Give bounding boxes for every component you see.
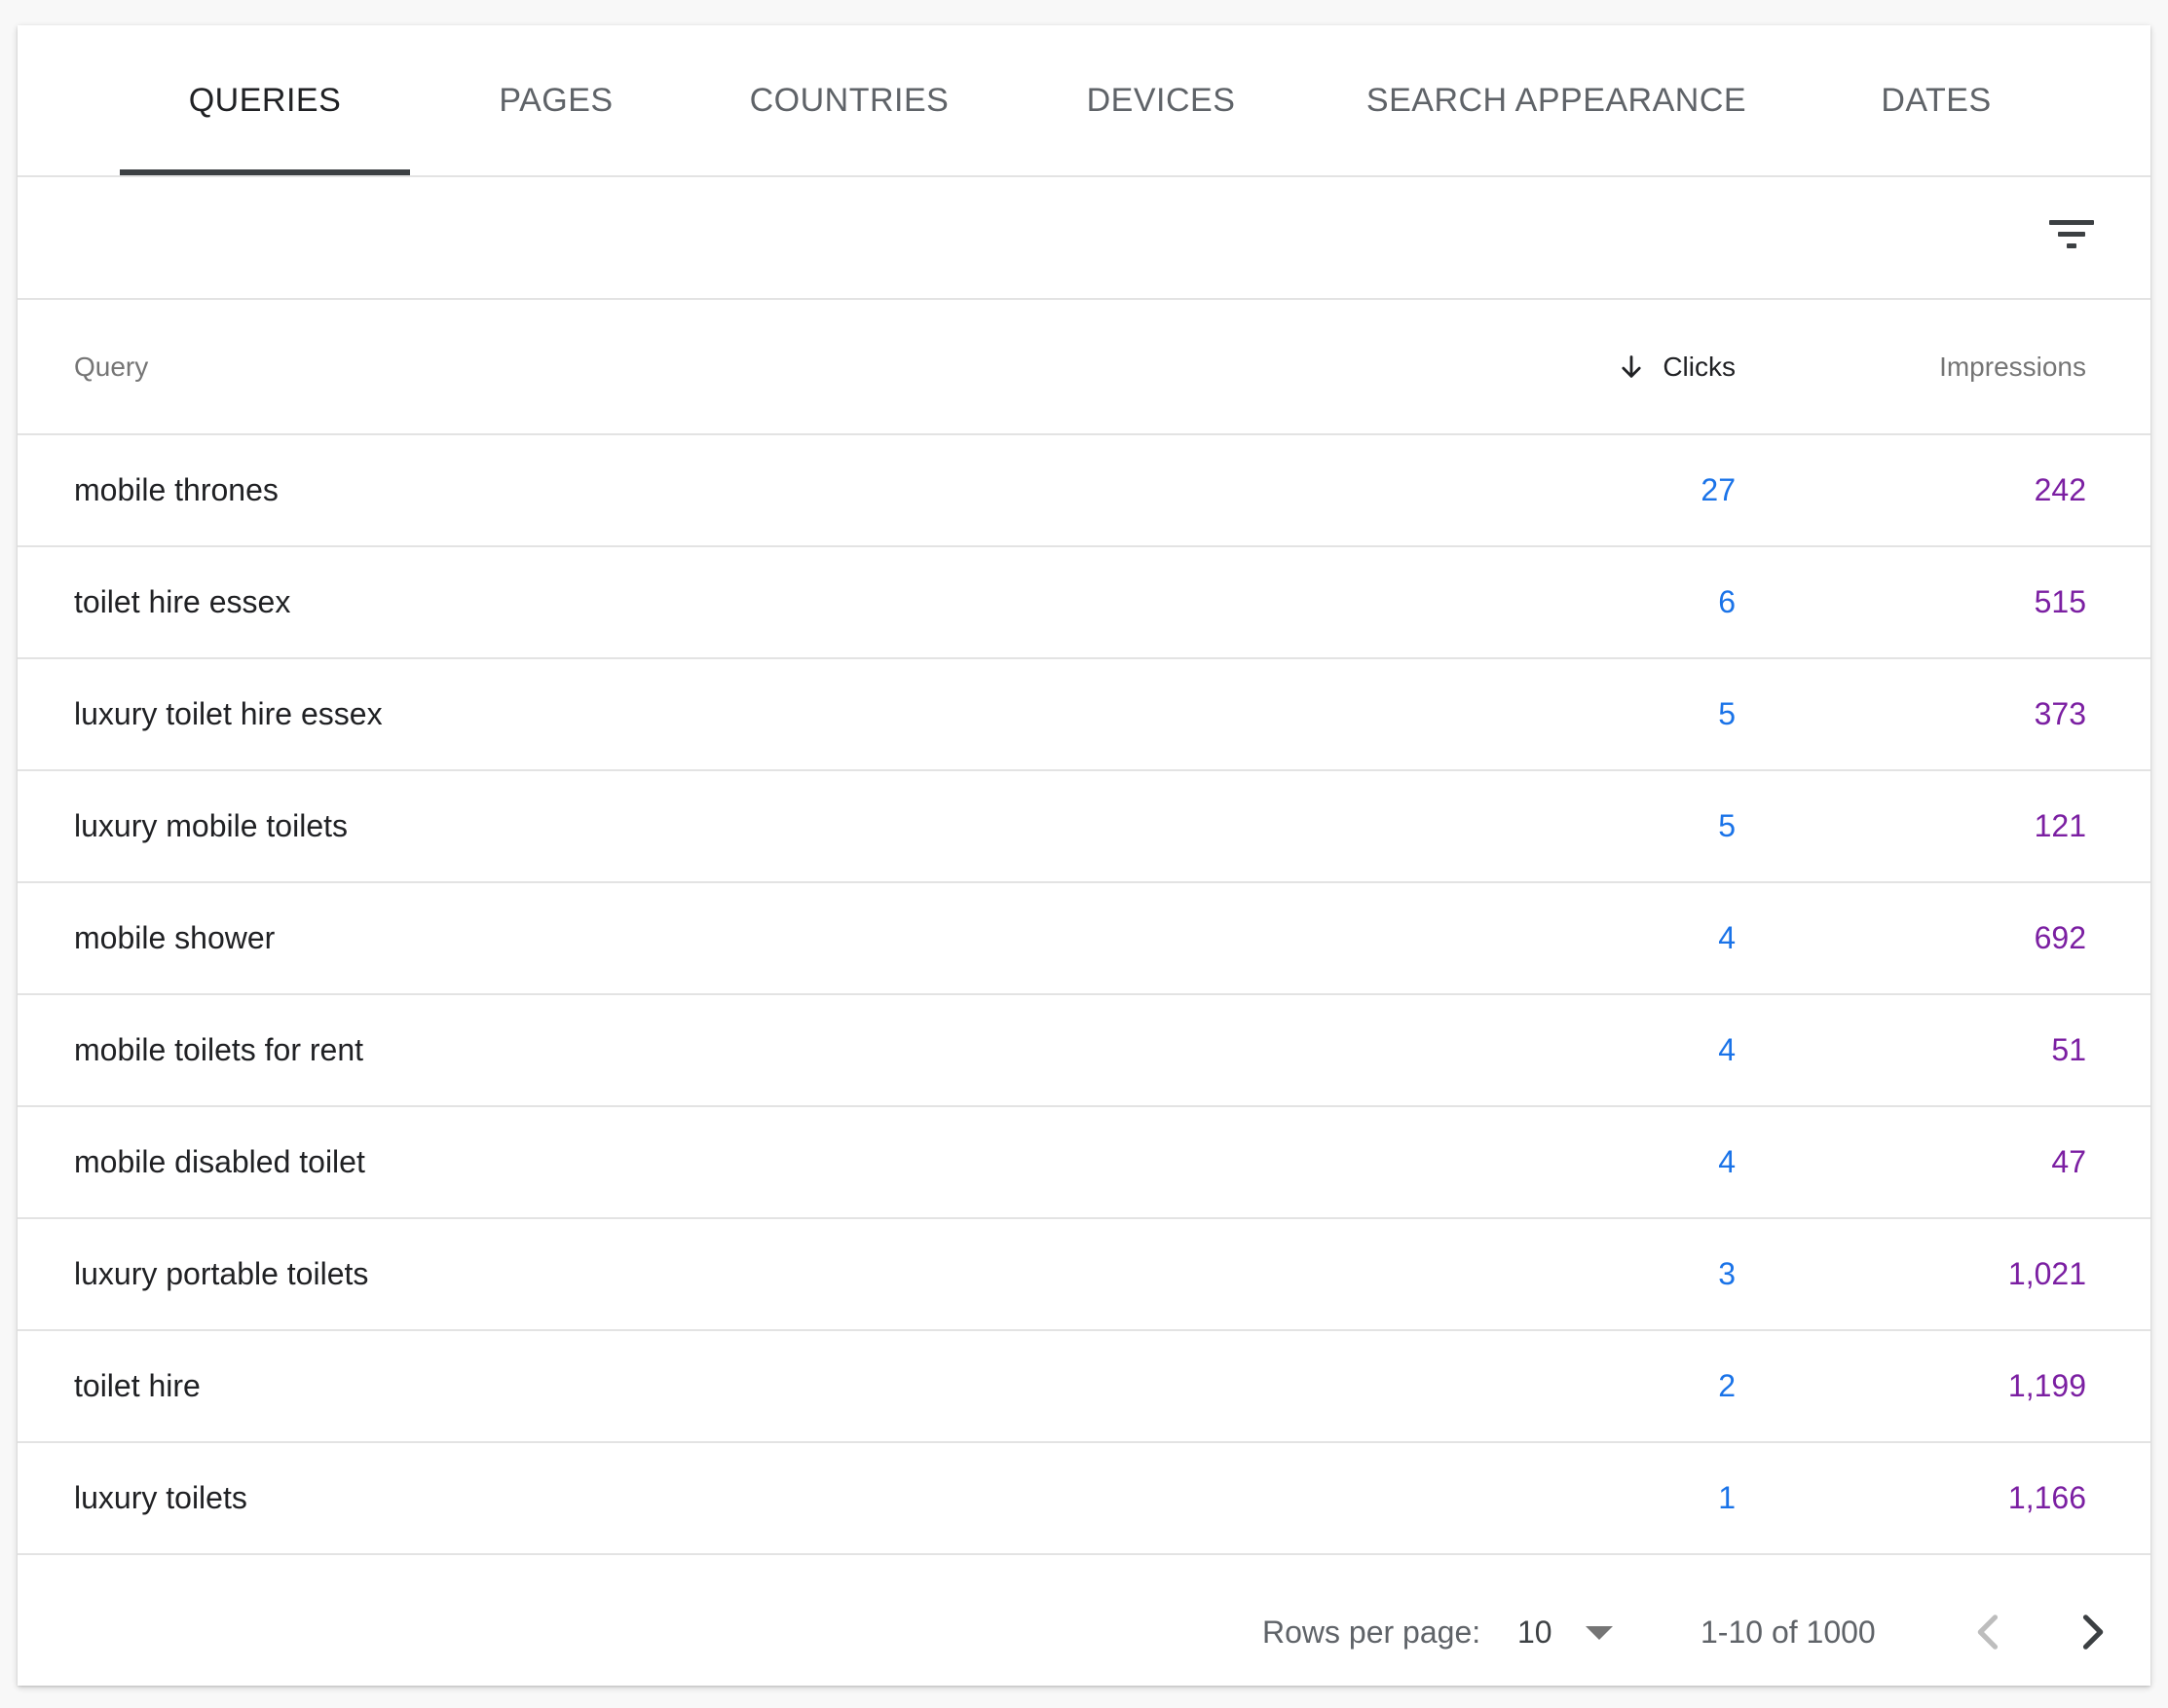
table-row[interactable]: luxury toilets 1 1,166 — [18, 1443, 2150, 1555]
query-cell: luxury portable toilets — [74, 1256, 369, 1291]
clicks-cell: 5 — [1718, 808, 1736, 843]
query-cell: toilet hire essex — [74, 584, 291, 619]
arrow-downward-icon — [1622, 354, 1641, 378]
impressions-cell: 1,199 — [2007, 1368, 2086, 1403]
table-row[interactable]: toilet hire essex 6 515 — [18, 547, 2150, 659]
impressions-cell: 692 — [2034, 920, 2086, 955]
table-row[interactable]: mobile thrones 27 242 — [18, 435, 2150, 547]
table-row[interactable]: mobile toilets for rent 4 51 — [18, 995, 2150, 1107]
table-row[interactable]: luxury portable toilets 3 1,021 — [18, 1219, 2150, 1331]
tab-devices[interactable]: DEVICES — [1065, 25, 1256, 175]
column-header-clicks[interactable]: Clicks — [1618, 300, 1736, 433]
table-row[interactable]: mobile disabled toilet 4 47 — [18, 1107, 2150, 1219]
column-header-query[interactable]: Query — [74, 300, 148, 433]
filter-bar — [18, 177, 2150, 300]
impressions-cell: 373 — [2034, 696, 2086, 731]
impressions-cell: 47 — [2051, 1144, 2086, 1179]
table-row[interactable]: toilet hire 2 1,199 — [18, 1331, 2150, 1443]
tab-pages[interactable]: PAGES — [475, 25, 637, 175]
column-header-impressions[interactable]: Impressions — [1939, 300, 2086, 433]
active-tab-indicator — [120, 169, 410, 175]
chevron-right-icon[interactable] — [2067, 1607, 2117, 1657]
column-header-clicks-label: Clicks — [1663, 351, 1736, 382]
impressions-cell: 121 — [2034, 808, 2086, 843]
pagination-range: 1-10 of 1000 — [1701, 1614, 1876, 1650]
chevron-left-icon[interactable] — [1963, 1607, 2014, 1657]
impressions-cell: 242 — [2034, 472, 2086, 507]
query-cell: mobile toilets for rent — [74, 1032, 364, 1067]
query-cell: luxury toilet hire essex — [74, 696, 383, 731]
dimension-tabs: QUERIES PAGES COUNTRIES DEVICES SEARCH A… — [18, 25, 2150, 177]
rows-per-page-label: Rows per page: — [1262, 1614, 1481, 1650]
clicks-cell: 2 — [1718, 1368, 1736, 1403]
clicks-cell: 1 — [1718, 1480, 1736, 1515]
query-cell: toilet hire — [74, 1368, 201, 1403]
query-cell: luxury mobile toilets — [74, 808, 348, 843]
table-row[interactable]: luxury toilet hire essex 5 373 — [18, 659, 2150, 771]
clicks-cell: 27 — [1701, 472, 1736, 507]
clicks-cell: 4 — [1718, 1032, 1736, 1067]
filter-list-icon[interactable] — [2049, 210, 2096, 257]
impressions-cell: 515 — [2034, 584, 2086, 619]
tab-search-appearance[interactable]: SEARCH APPEARANCE — [1362, 25, 1751, 175]
rows-per-page-select[interactable]: 10 — [1517, 1579, 1552, 1685]
tab-dates[interactable]: DATES — [1854, 25, 2018, 175]
clicks-cell: 6 — [1718, 584, 1736, 619]
dropdown-arrow-icon[interactable] — [1586, 1626, 1613, 1640]
query-cell: mobile thrones — [74, 472, 279, 507]
impressions-cell: 51 — [2051, 1032, 2086, 1067]
clicks-cell: 3 — [1718, 1256, 1736, 1291]
pagination-footer: Rows per page: 10 1-10 of 1000 — [18, 1579, 2150, 1685]
performance-table-card: QUERIES PAGES COUNTRIES DEVICES SEARCH A… — [18, 25, 2150, 1686]
clicks-cell: 4 — [1718, 920, 1736, 955]
query-cell: mobile shower — [74, 920, 276, 955]
query-cell: mobile disabled toilet — [74, 1144, 365, 1179]
tab-countries[interactable]: COUNTRIES — [732, 25, 966, 175]
clicks-cell: 4 — [1718, 1144, 1736, 1179]
impressions-cell: 1,021 — [2007, 1256, 2086, 1291]
table-header-row: Query Clicks Impressions — [18, 300, 2150, 435]
clicks-cell: 5 — [1718, 696, 1736, 731]
tab-queries[interactable]: QUERIES — [120, 25, 410, 175]
table-row[interactable]: mobile shower 4 692 — [18, 883, 2150, 995]
query-cell: luxury toilets — [74, 1480, 247, 1515]
impressions-cell: 1,166 — [2007, 1480, 2086, 1515]
table-row[interactable]: luxury mobile toilets 5 121 — [18, 771, 2150, 883]
